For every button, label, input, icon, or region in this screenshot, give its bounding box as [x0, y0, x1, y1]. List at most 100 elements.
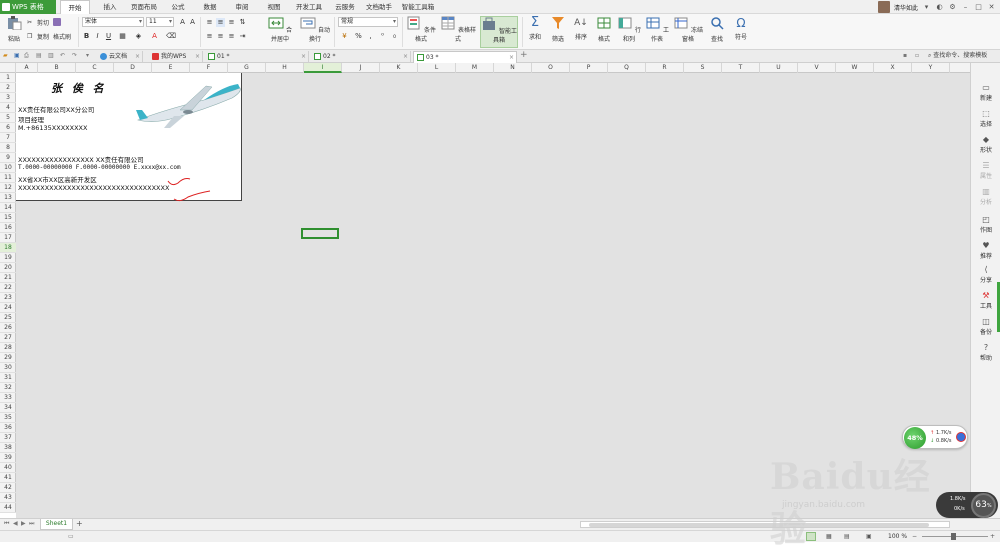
- close-icon[interactable]: ✕: [987, 3, 996, 12]
- text-direction-icon[interactable]: ⇅: [238, 18, 247, 27]
- column-header[interactable]: Q: [608, 63, 646, 73]
- page-break-view-icon[interactable]: ▤: [844, 533, 850, 540]
- app-menu-button[interactable]: WPS 表格: [0, 0, 56, 14]
- currency-icon[interactable]: ¥: [340, 32, 349, 41]
- row-header[interactable]: 24: [0, 303, 16, 313]
- paste-button[interactable]: 粘贴: [3, 16, 25, 43]
- align-bottom-icon[interactable]: ≡: [227, 18, 236, 27]
- panel-item-backup[interactable]: ◫ 备份: [971, 317, 1000, 336]
- tab-insert[interactable]: 插入: [96, 0, 124, 14]
- column-header[interactable]: L: [418, 63, 456, 73]
- row-header[interactable]: 1: [0, 73, 16, 83]
- row-header[interactable]: 26: [0, 323, 16, 333]
- italic-button[interactable]: I: [93, 32, 102, 41]
- row-header[interactable]: 27: [0, 333, 16, 343]
- row-header[interactable]: 21: [0, 273, 16, 283]
- tab-developer[interactable]: 开发工具: [292, 0, 326, 14]
- wrap-text-button[interactable]: 自动换行: [300, 16, 330, 43]
- tab-cloud-docs[interactable]: 云文档 ×: [97, 51, 143, 63]
- panel-item-share[interactable]: ⟨ 分享: [971, 265, 1000, 284]
- column-header[interactable]: U: [760, 63, 798, 73]
- row-header[interactable]: 30: [0, 363, 16, 373]
- prev-sheet-icon[interactable]: ◀: [13, 520, 18, 527]
- tab-my-wps[interactable]: 我的WPS ×: [149, 51, 203, 63]
- row-header[interactable]: 18: [0, 243, 16, 253]
- row-header[interactable]: 37: [0, 433, 16, 443]
- zoom-slider-thumb[interactable]: [951, 533, 956, 540]
- format-painter-button[interactable]: [53, 18, 61, 26]
- page-layout-view-icon[interactable]: ▦: [826, 533, 832, 540]
- decrease-font-icon[interactable]: A: [188, 18, 197, 27]
- close-icon[interactable]: ×: [403, 51, 408, 62]
- row-header[interactable]: 17: [0, 233, 16, 243]
- row-header[interactable]: 13: [0, 193, 16, 203]
- layout-icon[interactable]: ▫: [915, 52, 919, 59]
- column-header[interactable]: G: [228, 63, 266, 73]
- tab-formula[interactable]: 公式: [164, 0, 192, 14]
- tab-view[interactable]: 视图: [260, 0, 288, 14]
- panel-item-analyze[interactable]: ▥ 分析: [971, 187, 1000, 206]
- column-header[interactable]: J: [342, 63, 380, 73]
- column-header[interactable]: O: [532, 63, 570, 73]
- align-middle-icon[interactable]: ≡: [216, 18, 225, 27]
- sum-button[interactable]: Σ 求和: [524, 16, 546, 42]
- worksheet-button[interactable]: 工作表: [644, 16, 670, 43]
- column-header[interactable]: W: [836, 63, 874, 73]
- panel-item-shape[interactable]: ◆ 形状: [971, 135, 1000, 154]
- row-header[interactable]: 20: [0, 263, 16, 273]
- row-header[interactable]: 23: [0, 293, 16, 303]
- row-header[interactable]: 33: [0, 393, 16, 403]
- column-header[interactable]: D: [114, 63, 152, 73]
- row-header[interactable]: 22: [0, 283, 16, 293]
- column-header[interactable]: S: [684, 63, 722, 73]
- conditional-format-button[interactable]: 条件格式: [404, 16, 438, 43]
- row-header[interactable]: 36: [0, 423, 16, 433]
- sort-button[interactable]: A↓ 排序: [570, 16, 592, 41]
- bold-button[interactable]: B: [82, 32, 91, 41]
- row-header[interactable]: 25: [0, 313, 16, 323]
- speed-monitor-widget[interactable]: 1.8K/s 0K/s 63%: [936, 492, 998, 518]
- merge-center-button[interactable]: 合并居中: [266, 16, 294, 43]
- tab-review[interactable]: 审阅: [228, 0, 256, 14]
- message-icon[interactable]: ▪: [903, 52, 907, 59]
- column-header[interactable]: V: [798, 63, 836, 73]
- preview-icon[interactable]: ▤: [36, 52, 42, 59]
- sheet-tab[interactable]: Sheet1: [40, 519, 73, 530]
- row-header[interactable]: 6: [0, 123, 16, 133]
- row-header[interactable]: 31: [0, 373, 16, 383]
- user-name[interactable]: 清华如此: [894, 3, 918, 12]
- open-folder-icon[interactable]: ▰: [3, 52, 8, 59]
- select-all-corner[interactable]: [0, 63, 16, 73]
- zoom-in-icon[interactable]: +: [990, 533, 995, 540]
- row-header[interactable]: 8: [0, 143, 16, 153]
- column-header[interactable]: F: [190, 63, 228, 73]
- zoom-out-icon[interactable]: −: [912, 533, 917, 540]
- font-name-select[interactable]: 宋体: [82, 17, 144, 27]
- symbol-button[interactable]: Ω 符号: [730, 16, 752, 41]
- tab-doc-01[interactable]: 01 * ×: [205, 51, 309, 63]
- clear-format-icon[interactable]: ⌫: [166, 32, 176, 41]
- first-sheet-icon[interactable]: ⏮: [4, 520, 9, 528]
- row-header[interactable]: 2: [0, 83, 16, 93]
- panel-item-select[interactable]: ⬚ 选择: [971, 109, 1000, 128]
- row-header[interactable]: 39: [0, 453, 16, 463]
- row-header[interactable]: 16: [0, 223, 16, 233]
- new-tab-icon[interactable]: +: [520, 50, 528, 60]
- row-col-button[interactable]: 行和列: [616, 16, 642, 43]
- normal-view-icon[interactable]: [806, 532, 816, 541]
- network-monitor-widget[interactable]: 48% ↑ 1.7K/s ↓ 0.8K/s: [902, 425, 968, 449]
- row-header[interactable]: 4: [0, 103, 16, 113]
- format-painter-label-button[interactable]: 格式刷: [53, 32, 71, 41]
- align-left-icon[interactable]: ≡: [205, 32, 214, 41]
- row-header[interactable]: 44: [0, 503, 16, 513]
- spreadsheet-grid[interactable]: ABCDEFGHIJKLMNOPQRSTUVWXY 1 2 3 4 5 6 7 8 9 10 11 1…: [0, 63, 970, 518]
- close-icon[interactable]: ×: [301, 51, 306, 62]
- export-icon[interactable]: ▥: [48, 52, 54, 59]
- print-icon[interactable]: ⎙: [24, 52, 29, 60]
- comma-icon[interactable]: ,: [366, 32, 375, 41]
- row-header[interactable]: 11: [0, 173, 16, 183]
- undo-icon[interactable]: ↶: [60, 52, 65, 59]
- increase-font-icon[interactable]: A: [178, 18, 187, 27]
- row-header[interactable]: 7: [0, 133, 16, 143]
- row-header[interactable]: 35: [0, 413, 16, 423]
